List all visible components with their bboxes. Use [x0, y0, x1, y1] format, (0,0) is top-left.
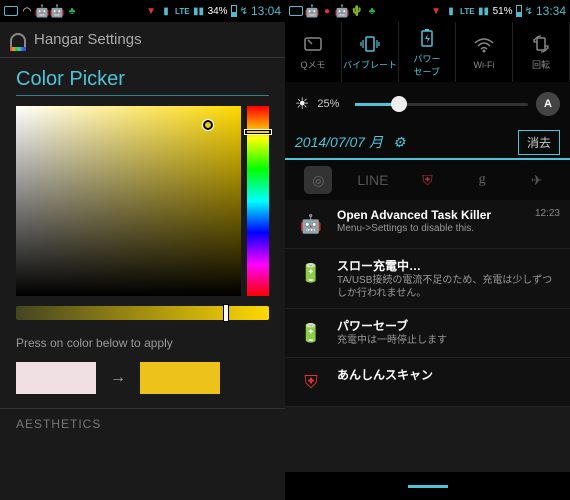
brightness-pct: 25%	[317, 98, 347, 110]
android-icon: 🤖	[36, 5, 48, 17]
hangar-logo-icon	[10, 33, 26, 47]
notif-time: 12:23	[535, 208, 560, 240]
brightness-slider[interactable]	[355, 103, 528, 106]
shield-icon: ▼	[145, 5, 157, 17]
qs-rotate[interactable]: 回転	[513, 22, 570, 82]
app-header: Hangar Settings	[0, 22, 285, 58]
app-shortcuts: ◎ LINE ⛨ g ✈	[285, 160, 570, 200]
notification-item[interactable]: 🔋 スロー充電中… TA/USB接続の電流不足のため、充電は少しずつしか行われま…	[285, 249, 570, 309]
swatch-row: →	[0, 356, 285, 408]
qs-label: バイブレート	[343, 58, 397, 71]
charging-icon: ↯	[525, 6, 533, 17]
rotate-icon	[530, 33, 552, 55]
sv-cursor[interactable]	[203, 120, 213, 130]
tree-icon: ♣	[66, 5, 78, 17]
charging-icon: ↯	[240, 6, 248, 17]
battery-pct: 51%	[493, 6, 513, 17]
wifi-icon	[473, 35, 495, 57]
brightness-row: ☀ 25% A	[285, 82, 570, 126]
notif-title: あんしんスキャン	[337, 366, 560, 383]
auto-brightness-button[interactable]: A	[536, 92, 560, 116]
qs-vibrate[interactable]: バイブレート	[342, 22, 399, 82]
brightness-icon: ☀	[295, 94, 309, 114]
tree-icon: ♣	[366, 5, 378, 17]
saturation-value-panel[interactable]	[16, 106, 241, 296]
date-text[interactable]: 2014/07/07 月 ⚙	[295, 132, 405, 152]
lte-label: LTE	[175, 7, 190, 16]
vibrate-icon	[359, 33, 381, 55]
shield-icon: ⛨	[295, 366, 327, 398]
arrow-icon: →	[110, 369, 126, 387]
android-icon: 🤖	[306, 5, 318, 17]
qs-qmemo[interactable]: Qメモ	[285, 22, 342, 82]
gear-icon[interactable]: ⚙	[393, 134, 406, 150]
qs-label: パワーセーブ	[413, 52, 440, 78]
android-icon: 🤖	[336, 5, 348, 17]
notif-title: スロー充電中…	[337, 257, 560, 274]
battery-icon	[516, 5, 522, 17]
battery-pct: 34%	[208, 6, 228, 17]
phone-right: 🤖 ● 🤖 🌵 ♣ ▼ ▮ LTE ▮▮ 51% ↯ 13:34 Qメモ バイブ…	[285, 0, 570, 500]
aesthetics-header: AESTHETICS	[0, 408, 285, 439]
qs-label: Wi-Fi	[474, 60, 495, 70]
clear-button[interactable]: 消去	[518, 130, 560, 155]
nav-hint[interactable]	[408, 485, 448, 488]
value-slider[interactable]	[16, 306, 269, 320]
android-icon: 🤖	[295, 208, 327, 240]
notification-item[interactable]: 🔋 パワーセーブ 充電中は一時停止します	[285, 309, 570, 358]
powersave-icon	[416, 27, 438, 49]
gallery-icon[interactable]: ◎	[304, 166, 332, 194]
notif-title: Open Advanced Task Killer	[337, 208, 525, 222]
battery-icon: 🔋	[295, 257, 327, 289]
slider-thumb[interactable]	[223, 304, 229, 322]
hue-bar[interactable]	[247, 106, 269, 296]
signal-icon: ▮	[445, 5, 457, 17]
qs-wifi[interactable]: Wi-Fi	[456, 22, 513, 82]
hue-cursor[interactable]	[245, 130, 271, 134]
shield-icon: ▼	[430, 5, 442, 17]
signal-icon: ▮	[160, 5, 172, 17]
new-color-swatch[interactable]	[140, 362, 220, 394]
qmemo-icon	[302, 33, 324, 55]
brightness-thumb[interactable]	[391, 96, 407, 112]
notification-item[interactable]: ⛨ あんしんスキャン	[285, 358, 570, 407]
notif-sub: 充電中は一時停止します	[337, 334, 560, 347]
qs-label: Qメモ	[300, 58, 325, 71]
mcafee-icon[interactable]: ⛨	[413, 166, 441, 194]
lte-label: LTE	[460, 7, 475, 16]
notif-sub: TA/USB接続の電流不足のため、充電は少しずつしか行われません。	[337, 274, 560, 300]
qs-label: 回転	[532, 58, 550, 71]
old-color-swatch[interactable]	[16, 362, 96, 394]
quick-settings: Qメモ バイブレート パワーセーブ Wi-Fi 回転	[285, 22, 570, 82]
app-title: Hangar Settings	[34, 31, 142, 48]
clock: 13:34	[536, 4, 566, 18]
date-row: 2014/07/07 月 ⚙ 消去	[285, 126, 570, 160]
battery-icon	[231, 5, 237, 17]
android-icon: 🤖	[51, 5, 63, 17]
nav-bar	[285, 472, 570, 500]
section-title: Color Picker	[0, 58, 285, 95]
sim-icon	[289, 6, 303, 16]
clock: 13:04	[251, 4, 281, 18]
notif-sub: Menu->Settings to disable this.	[337, 222, 525, 235]
status-bar: 🤖 ● 🤖 🌵 ♣ ▼ ▮ LTE ▮▮ 51% ↯ 13:34	[285, 0, 570, 22]
arc-icon: ◠	[21, 5, 33, 17]
phone-left: ◠ 🤖 🤖 ♣ ▼ ▮ LTE ▮▮ 34% ↯ 13:04 Hangar Se…	[0, 0, 285, 500]
notification-item[interactable]: 🤖 Open Advanced Task Killer Menu->Settin…	[285, 200, 570, 249]
messenger-icon[interactable]: ✈	[523, 166, 551, 194]
apply-hint: Press on color below to apply	[0, 330, 285, 356]
google-icon[interactable]: g	[468, 166, 496, 194]
qs-powersave[interactable]: パワーセーブ	[399, 22, 456, 82]
color-picker	[16, 106, 269, 296]
signal-bars-icon: ▮▮	[478, 5, 490, 17]
status-bar: ◠ 🤖 🤖 ♣ ▼ ▮ LTE ▮▮ 34% ↯ 13:04	[0, 0, 285, 22]
alert-icon: ●	[321, 5, 333, 17]
sim-icon	[4, 6, 18, 16]
line-icon[interactable]: LINE	[359, 166, 387, 194]
powersave-icon: 🔋	[295, 317, 327, 349]
divider	[16, 95, 269, 96]
notif-title: パワーセーブ	[337, 317, 560, 334]
cactus-icon: 🌵	[351, 5, 363, 17]
signal-bars-icon: ▮▮	[193, 5, 205, 17]
